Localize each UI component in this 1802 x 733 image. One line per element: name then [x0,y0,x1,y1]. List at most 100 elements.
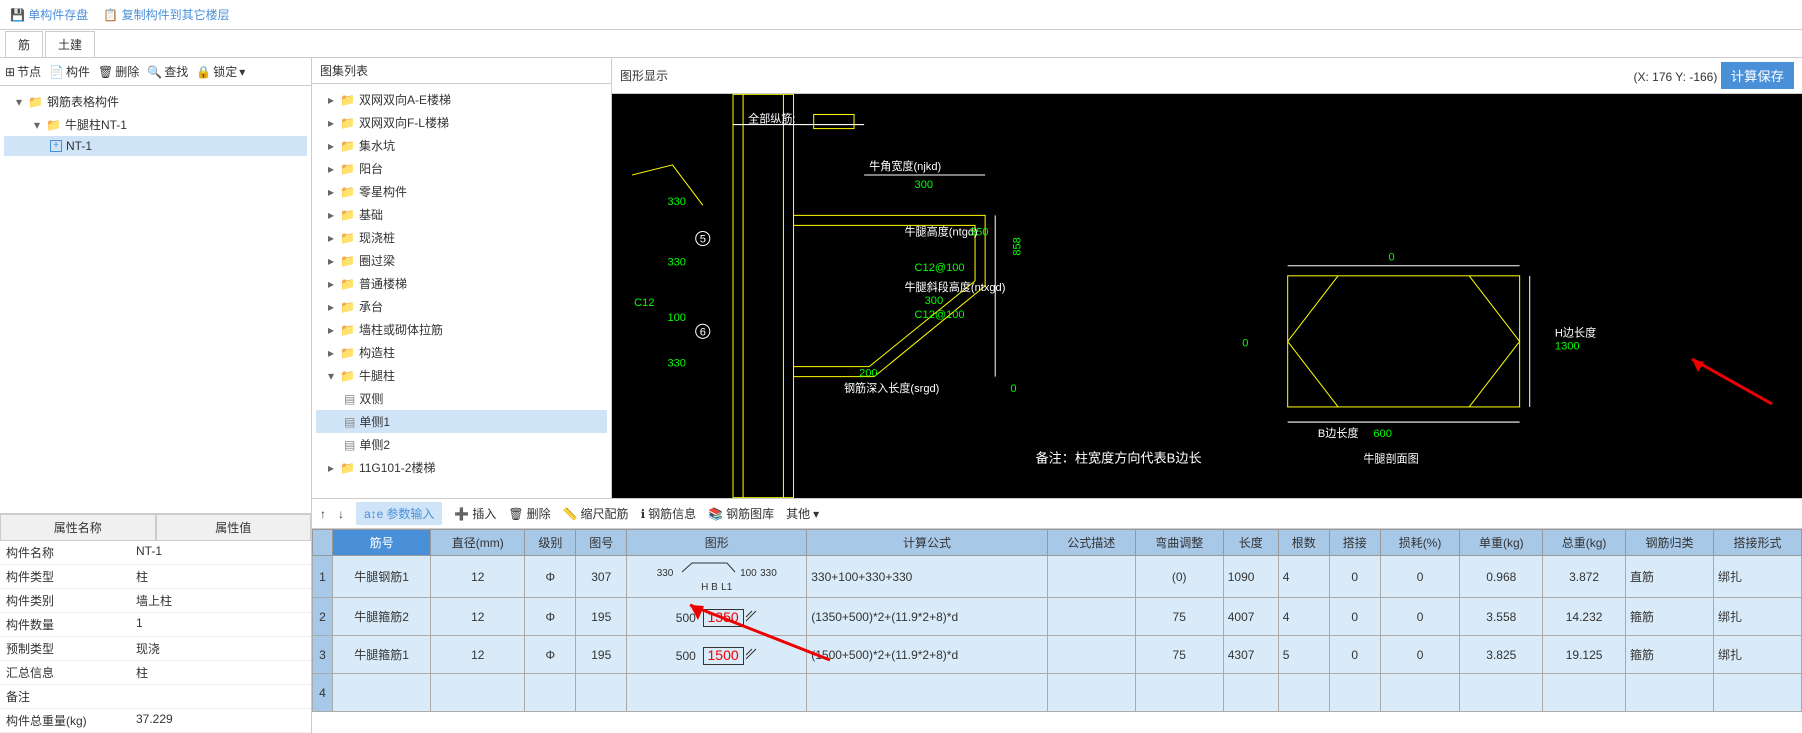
prop-name: 构件数量 [0,613,130,636]
graphics-title: 图形显示 [620,67,668,84]
svg-text:330: 330 [667,196,685,208]
prop-value[interactable]: 37.229 [130,709,311,732]
svg-text:C12@100: C12@100 [915,309,965,321]
tab-rebar[interactable]: 筋 [5,31,43,57]
col-header[interactable]: 根数 [1278,530,1329,556]
col-header[interactable]: 公式描述 [1047,530,1135,556]
col-header[interactable]: 计算公式 [807,530,1048,556]
atlas-item[interactable]: ▸📁现浇桩 [316,226,607,249]
save-component-btn[interactable]: 💾 单构件存盘 [10,6,88,23]
svg-text:5: 5 [700,234,706,246]
prop-header-name: 属性名称 [0,514,156,541]
atlas-item[interactable]: ▸📁普通楼梯 [316,272,607,295]
atlas-item[interactable]: ▸📁双网双向A-E楼梯 [316,88,607,111]
table-row[interactable]: 3牛腿箍筋112Φ195 500 1500(1500+500)*2+(11.9*… [313,636,1802,674]
col-header[interactable]: 钢筋归类 [1625,530,1713,556]
atlas-item[interactable]: ▸📁墙柱或砌体拉筋 [316,318,607,341]
delete-row-btn[interactable]: 🗑 删除 [508,505,550,522]
prop-name: 构件名称 [0,541,130,564]
param-input-btn[interactable]: a↕e 参数输入 [356,502,442,525]
prop-name: 构件类型 [0,565,130,588]
move-up-btn[interactable]: ↑ [320,507,326,521]
top-ribbon: 💾 单构件存盘 📋 复制构件到其它楼层 [0,0,1802,30]
atlas-item[interactable]: ▸📁双网双向F-L楼梯 [316,111,607,134]
prop-name: 备注 [0,685,130,708]
tree-nt-folder[interactable]: ▾📁牛腿柱NT-1 [4,113,307,136]
col-header[interactable]: 总重(kg) [1543,530,1626,556]
svg-text:钢筋深入长度(srgd): 钢筋深入长度(srgd) [844,381,939,395]
atlas-item[interactable]: ▸📁构造柱 [316,341,607,364]
tree-nt-leaf[interactable]: +NT-1 [4,136,307,156]
svg-text:1300: 1300 [1555,340,1580,352]
prop-value[interactable]: 1 [130,613,311,636]
component-btn[interactable]: 📄 构件 [49,63,90,80]
atlas-child[interactable]: ▤单侧2 [316,433,607,456]
tab-civil[interactable]: 土建 [45,31,95,57]
atlas-child[interactable]: ▤单侧1 [316,410,607,433]
insert-btn[interactable]: ➕ 插入 [454,505,496,522]
col-header[interactable]: 级别 [525,530,576,556]
svg-text:H边长度: H边长度 [1555,325,1596,339]
prop-name: 构件类别 [0,589,130,612]
rebar-info-btn[interactable]: ℹ 钢筋信息 [641,505,697,522]
col-header[interactable]: 单重(kg) [1460,530,1543,556]
svg-text:300: 300 [915,179,933,191]
atlas-title: 图集列表 [312,58,611,84]
col-header[interactable]: 直径(mm) [431,530,525,556]
svg-text:牛腿高度(ntgd): 牛腿高度(ntgd) [904,224,977,238]
atlas-item[interactable]: ▸📁集水坑 [316,134,607,157]
delete-btn[interactable]: 🗑 删除 [98,63,139,80]
svg-text:0: 0 [1010,383,1016,395]
svg-text:200: 200 [859,368,877,380]
atlas-item[interactable]: ▸📁承台 [316,295,607,318]
move-down-btn[interactable]: ↓ [338,507,344,521]
discipline-tabs: 筋 土建 [0,30,1802,58]
search-btn[interactable]: 🔍 查找 [147,63,188,80]
svg-text:0: 0 [1242,337,1248,349]
scale-btn[interactable]: 📏 缩尺配筋 [563,505,629,522]
other-btn[interactable]: 其他 ▾ [786,505,819,522]
col-header[interactable]: 图形 [627,530,807,556]
svg-text:550: 550 [970,226,988,238]
atlas-child[interactable]: ▤双侧 [316,387,607,410]
atlas-item[interactable]: ▸📁基础 [316,203,607,226]
drawing-canvas[interactable]: 全部纵筋: 牛角宽度(njkd) 300 牛腿高度(ntgd) 550 牛腿斜段… [612,94,1802,498]
prop-value[interactable]: NT-1 [130,541,311,564]
svg-text:6: 6 [700,326,706,338]
atlas-item[interactable]: ▸📁11G101-2楼梯 [316,456,607,479]
prop-header-value: 属性值 [156,514,312,541]
col-header[interactable]: 弯曲调整 [1135,530,1223,556]
col-header[interactable]: 筋号 [333,530,431,556]
col-header[interactable]: 长度 [1223,530,1278,556]
svg-text:330: 330 [667,257,685,269]
prop-value[interactable]: 现浇 [130,637,311,660]
copy-component-btn[interactable]: 📋 复制构件到其它楼层 [103,6,229,23]
table-row[interactable]: 2牛腿箍筋212Φ195 500 1350(1350+500)*2+(11.9*… [313,598,1802,636]
left-toolbar: ⊞ 节点 📄 构件 🗑 删除 🔍 查找 🔒 锁定 ▾ [0,58,311,86]
atlas-item[interactable]: ▸📁零星构件 [316,180,607,203]
prop-value[interactable] [130,685,311,708]
col-header[interactable]: 图号 [576,530,627,556]
coords-display: (X: 176 Y: -166) [1634,70,1718,84]
col-header[interactable]: 损耗(%) [1380,530,1460,556]
rebar-table[interactable]: 筋号直径(mm)级别图号图形计算公式公式描述弯曲调整长度根数搭接损耗(%)单重(… [312,529,1802,712]
atlas-item[interactable]: ▸📁圈过梁 [316,249,607,272]
rebar-lib-btn[interactable]: 📚 钢筋图库 [708,505,774,522]
node-btn[interactable]: ⊞ 节点 [5,63,41,80]
calc-save-btn[interactable]: 计算保存 [1721,62,1794,89]
tree-root[interactable]: ▾📁钢筋表格构件 [4,90,307,113]
svg-text:300: 300 [925,295,943,307]
svg-text:858: 858 [1011,237,1023,255]
prop-value[interactable]: 柱 [130,661,311,684]
lock-btn[interactable]: 🔒 锁定 ▾ [196,63,245,80]
prop-value[interactable]: 柱 [130,565,311,588]
table-row[interactable]: 1牛腿钢筋112Φ307 330 100 330H B L1330+100+33… [313,556,1802,598]
col-header[interactable]: 搭接 [1329,530,1380,556]
atlas-item[interactable]: ▸📁阳台 [316,157,607,180]
prop-name: 预制类型 [0,637,130,660]
atlas-niutui[interactable]: ▾📁牛腿柱 [316,364,607,387]
col-header[interactable]: 搭接形式 [1713,530,1801,556]
properties-panel: 属性名称 属性值 构件名称NT-1构件类型柱构件类别墙上柱构件数量1预制类型现浇… [0,513,311,733]
prop-value[interactable]: 墙上柱 [130,589,311,612]
table-row[interactable]: 4 [313,674,1802,712]
